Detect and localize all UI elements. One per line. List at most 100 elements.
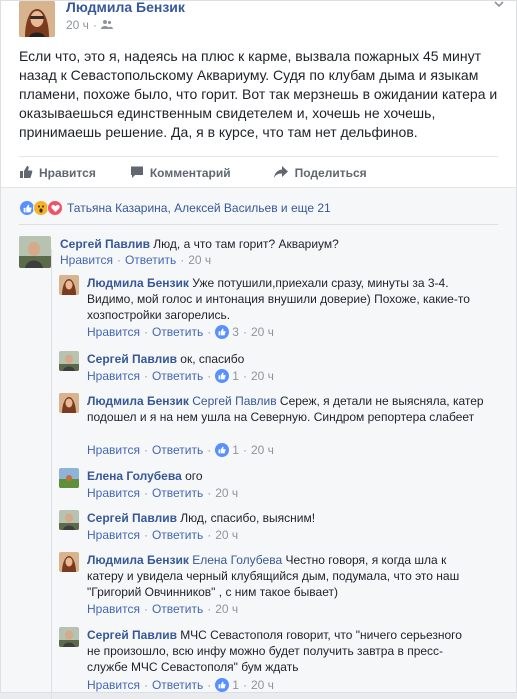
reply-item: Людмила Бензик Сергей Павлив Сереж, я де…	[59, 393, 499, 459]
post-author-name[interactable]: Людмила Бензик	[66, 0, 185, 15]
avatar[interactable]	[59, 275, 79, 295]
comment-like-count[interactable]: 1	[232, 369, 239, 383]
like-count-icon	[215, 369, 230, 383]
comment-body: Людмила Бензик Уже потушили,приехали сра…	[87, 275, 487, 323]
comment-like-link[interactable]: Нравится	[60, 253, 113, 267]
avatar[interactable]	[19, 236, 51, 268]
avatar[interactable]	[59, 627, 79, 647]
comment-meta: Нравится · Ответить · 20 ч	[87, 486, 239, 500]
comment-author[interactable]: Сергей Павлив	[87, 628, 177, 642]
comment-like-count[interactable]: 1	[232, 443, 239, 457]
middot: ·	[92, 18, 97, 32]
comment-mention[interactable]: Елена Голубева	[192, 553, 282, 567]
comment-author[interactable]: Людмила Бензик	[87, 394, 189, 408]
reaction-names[interactable]: Татьяна Казарина, Алексей Васильев и еще…	[67, 201, 331, 215]
comment-body: Сергей Павлив Люд, спасибо, выясним!	[87, 510, 487, 526]
reply-item: Елена Голубева ого Нравится · Ответить · 2…	[59, 468, 499, 502]
divider	[19, 224, 498, 225]
comment-author[interactable]: Людмила Бензик	[87, 553, 189, 567]
comment-mention[interactable]: Сергей Павлив	[192, 394, 276, 408]
comment-author[interactable]: Сергей Павлив	[60, 237, 150, 251]
comment-timestamp[interactable]: 20 ч	[251, 369, 274, 383]
comment-meta: Нравится · Ответить · 1 · 20 ч	[87, 678, 274, 692]
share-button[interactable]: Поделиться	[273, 161, 367, 185]
comment-body: Людмила Бензик Сергей Павлив Сереж, я де…	[87, 393, 497, 425]
reply-item: Сергей Павлив МЧС Севастополя говорит, ч…	[59, 627, 499, 693]
comment-author[interactable]: Сергей Павлив	[87, 352, 177, 366]
comment-like-count[interactable]: 3	[232, 325, 239, 339]
comment-timestamp[interactable]: 20 ч	[251, 678, 274, 692]
chevron-down-icon[interactable]	[492, 0, 506, 11]
comment-body: Людмила Бензик Елена Голубева Честно гов…	[87, 552, 482, 600]
comment-timestamp[interactable]: 20 ч	[188, 253, 211, 267]
share-button-label: Поделиться	[294, 166, 367, 180]
comment-meta: Нравится · Ответить · 20 ч	[87, 528, 239, 542]
comment-author[interactable]: Людмила Бензик	[87, 276, 189, 290]
reply-item: Сергей Павлив Люд, спасибо, выясним! Нра…	[59, 510, 499, 544]
comment-text: ок, спасибо	[180, 352, 245, 366]
comment-timestamp[interactable]: 20 ч	[251, 443, 274, 457]
like-button[interactable]: Нравится	[19, 161, 96, 185]
comment-text: Люд, а что там горит? Аквариум?	[153, 237, 339, 251]
comment-timestamp[interactable]: 20 ч	[215, 528, 238, 542]
avatar[interactable]	[59, 351, 79, 371]
comment-reply-link[interactable]: Ответить	[152, 602, 203, 616]
comment-button-label: Комментарий	[149, 166, 231, 180]
comment-meta: Нравится · Ответить · 20 ч	[87, 602, 239, 616]
comment-text: Люд, спасибо, выясним!	[180, 511, 316, 525]
avatar[interactable]	[59, 552, 79, 572]
comment-reply-link[interactable]: Ответить	[152, 325, 203, 339]
comment-reply-link[interactable]: Ответить	[152, 443, 203, 457]
like-count-icon	[215, 443, 230, 457]
reply-item: Людмила Бензик Елена Голубева Честно гов…	[59, 552, 499, 618]
author-avatar[interactable]	[19, 1, 55, 37]
comment-like-link[interactable]: Нравится	[87, 678, 140, 692]
comment-body: Сергей Павлив Люд, а что там горит? Аква…	[60, 236, 490, 252]
comment-like-link[interactable]: Нравится	[87, 369, 140, 383]
post-text: Если что, это я, надеясь на плюс к карме…	[19, 48, 498, 140]
love-reaction-icon	[47, 200, 63, 216]
avatar[interactable]	[59, 393, 79, 413]
comment-timestamp[interactable]: 20 ч	[251, 325, 274, 339]
comment-timestamp[interactable]: 20 ч	[215, 486, 238, 500]
comment-body: Сергей Павлив МЧС Севастополя говорит, ч…	[87, 627, 472, 675]
comment-like-link[interactable]: Нравится	[87, 443, 140, 457]
comment-like-link[interactable]: Нравится	[87, 528, 140, 542]
post-meta: 20 ч ·	[66, 18, 113, 32]
comment-reply-link[interactable]: Ответить	[152, 678, 203, 692]
post-card: Людмила Бензик 20 ч · Если что, это я, н…	[0, 0, 517, 699]
comment-like-link[interactable]: Нравится	[87, 486, 140, 500]
comment-button[interactable]: Комментарий	[130, 161, 231, 185]
comment-meta: Нравится · Ответить · 20 ч	[60, 253, 212, 267]
divider	[19, 156, 498, 157]
reply-item: Людмила Бензик Уже потушили,приехали сра…	[59, 275, 499, 341]
comment-like-link[interactable]: Нравится	[87, 602, 140, 616]
comment-meta: Нравится · Ответить · 1 · 20 ч	[87, 443, 274, 457]
comment-item: Сергей Павлив Люд, а что там горит? Аква…	[19, 236, 499, 276]
comment-text: ого	[185, 469, 203, 483]
friends-icon[interactable]	[100, 18, 113, 32]
comment-like-link[interactable]: Нравится	[87, 325, 140, 339]
like-count-icon	[215, 678, 230, 692]
comment-author[interactable]: Сергей Павлив	[87, 511, 177, 525]
comment-like-count[interactable]: 1	[232, 678, 239, 692]
comment-reply-link[interactable]: Ответить	[152, 369, 203, 383]
avatar[interactable]	[59, 510, 79, 530]
post-actions: Нравится Комментарий Поделиться	[19, 161, 367, 185]
like-button-label: Нравится	[39, 166, 96, 180]
post-timestamp[interactable]: 20 ч	[66, 18, 89, 32]
reply-thread-line	[51, 249, 52, 699]
comment-meta: Нравится · Ответить · 1 · 20 ч	[87, 369, 274, 383]
comment-reply-link[interactable]: Ответить	[125, 253, 176, 267]
avatar[interactable]	[59, 468, 79, 488]
comment-author[interactable]: Елена Голубева	[87, 469, 182, 483]
comment-reply-link[interactable]: Ответить	[152, 528, 203, 542]
comment-body: Елена Голубева ого	[87, 468, 487, 484]
like-thumb-icon	[19, 165, 33, 182]
reactions-summary[interactable]: Татьяна Казарина, Алексей Васильев и еще…	[19, 200, 331, 216]
reply-item: Сергей Павлив ок, спасибо Нравится · Отве…	[59, 351, 499, 385]
comment-reply-link[interactable]: Ответить	[152, 486, 203, 500]
like-count-icon	[215, 325, 230, 339]
comment-timestamp[interactable]: 20 ч	[215, 602, 238, 616]
comment-icon	[130, 165, 144, 182]
